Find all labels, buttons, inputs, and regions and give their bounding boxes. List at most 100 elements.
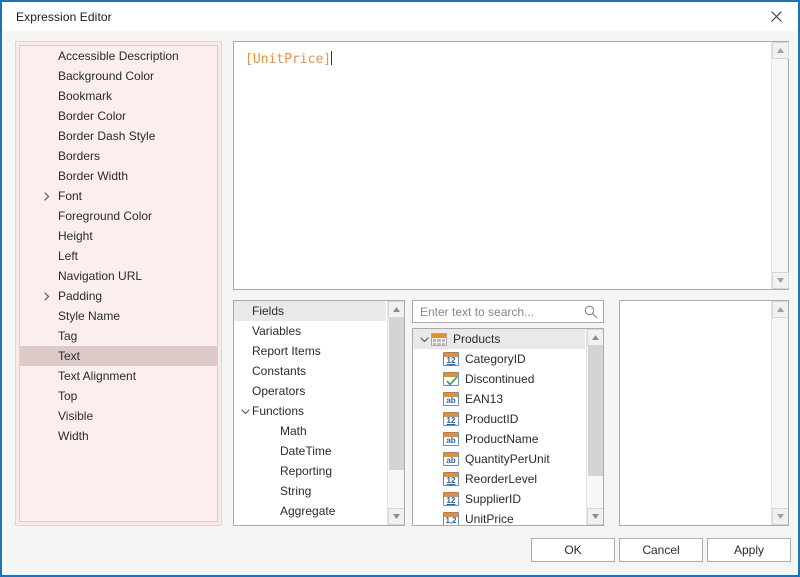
expression-text: [UnitPrice] bbox=[245, 51, 333, 67]
category-item[interactable]: Aggregate bbox=[234, 501, 386, 521]
search-placeholder: Enter text to search... bbox=[420, 305, 535, 319]
property-item[interactable]: Border Dash Style bbox=[20, 126, 217, 146]
property-item[interactable]: Tag bbox=[20, 326, 217, 346]
property-item-label: Foreground Color bbox=[58, 209, 153, 223]
category-item[interactable]: Reporting bbox=[234, 461, 386, 481]
chevron-down-icon[interactable] bbox=[417, 329, 431, 349]
field-item-label: CategoryID bbox=[465, 352, 526, 366]
property-item-label: Height bbox=[58, 229, 93, 243]
field-item[interactable]: ab QuantityPerUnit bbox=[413, 449, 585, 469]
category-item[interactable]: Functions bbox=[234, 401, 386, 421]
field-item[interactable]: ab EAN13 bbox=[413, 389, 585, 409]
decimal-icon: 1,2 bbox=[443, 512, 459, 525]
category-scrollbar[interactable] bbox=[387, 301, 404, 525]
chevron-right-icon[interactable] bbox=[40, 186, 52, 206]
property-item[interactable]: Navigation URL bbox=[20, 266, 217, 286]
close-glyph bbox=[770, 11, 782, 22]
category-item[interactable]: Math bbox=[234, 421, 386, 441]
property-item[interactable]: Accessible Description bbox=[20, 46, 217, 66]
field-item[interactable]: 1,2 UnitPrice bbox=[413, 509, 585, 525]
cancel-button[interactable]: Cancel bbox=[619, 538, 703, 562]
field-item-label: Discontinued bbox=[465, 372, 535, 386]
category-item-label: String bbox=[280, 484, 312, 498]
scroll-thumb[interactable] bbox=[588, 346, 603, 476]
fields-tree-root[interactable]: Products bbox=[413, 329, 585, 349]
expression-input[interactable]: [UnitPrice] bbox=[233, 41, 789, 290]
search-input[interactable]: Enter text to search... bbox=[412, 300, 604, 323]
field-icon-glyph: 12 bbox=[446, 356, 456, 365]
search-icon[interactable] bbox=[584, 305, 598, 319]
scroll-up-icon[interactable] bbox=[388, 301, 404, 318]
property-item[interactable]: Visible bbox=[20, 406, 217, 426]
property-item[interactable]: Border Color bbox=[20, 106, 217, 126]
property-item[interactable]: Bookmark bbox=[20, 86, 217, 106]
field-item-label: UnitPrice bbox=[465, 512, 514, 525]
field-icon-glyph: ab bbox=[446, 456, 456, 465]
description-panel bbox=[619, 300, 789, 526]
field-item[interactable]: ab ProductName bbox=[413, 429, 585, 449]
property-item[interactable]: Font bbox=[20, 186, 217, 206]
category-item[interactable]: Variables bbox=[234, 321, 386, 341]
property-item[interactable]: Padding bbox=[20, 286, 217, 306]
scroll-up-icon[interactable] bbox=[772, 301, 788, 318]
category-item-label: Aggregate bbox=[280, 504, 336, 518]
ok-button[interactable]: OK bbox=[531, 538, 615, 562]
window-title: Expression Editor bbox=[16, 10, 112, 24]
field-icon-glyph: ab bbox=[446, 396, 456, 405]
category-item[interactable]: DateTime bbox=[234, 441, 386, 461]
scroll-down-icon[interactable] bbox=[772, 508, 788, 525]
field-icon-glyph: 12 bbox=[446, 496, 456, 505]
property-item[interactable]: Width bbox=[20, 426, 217, 446]
property-item-label: Tag bbox=[58, 329, 78, 343]
property-item[interactable]: Top bbox=[20, 386, 217, 406]
description-scrollbar[interactable] bbox=[771, 301, 788, 525]
scroll-down-icon[interactable] bbox=[772, 272, 789, 289]
field-item[interactable]: Discontinued bbox=[413, 369, 585, 389]
category-item[interactable]: Fields bbox=[234, 301, 386, 321]
table-icon bbox=[431, 332, 447, 346]
category-item-label: Reporting bbox=[280, 464, 333, 478]
field-item[interactable]: 12 ReorderLevel bbox=[413, 469, 585, 489]
fields-tree-list[interactable]: Products 12 CategoryID Discontinued ab EAN13 1… bbox=[413, 329, 585, 525]
category-item[interactable]: Operators bbox=[234, 381, 386, 401]
property-item[interactable]: Border Width bbox=[20, 166, 217, 186]
scroll-down-icon[interactable] bbox=[587, 508, 603, 525]
expression-editor-window: Expression Editor Accessible Description… bbox=[0, 0, 800, 577]
property-item[interactable]: Style Name bbox=[20, 306, 217, 326]
expression-scrollbar[interactable] bbox=[771, 42, 789, 289]
category-item[interactable]: String bbox=[234, 481, 386, 501]
fields-tree: Products 12 CategoryID Discontinued ab EAN13 1… bbox=[412, 328, 604, 526]
property-item-label: Navigation URL bbox=[58, 269, 143, 283]
integer-icon: 12 bbox=[443, 412, 459, 426]
field-item-label: QuantityPerUnit bbox=[465, 452, 550, 466]
field-item[interactable]: 12 CategoryID bbox=[413, 349, 585, 369]
field-item-label: SupplierID bbox=[465, 492, 522, 506]
property-item[interactable]: Height bbox=[20, 226, 217, 246]
chevron-right-icon[interactable] bbox=[40, 286, 52, 306]
property-item[interactable]: Left bbox=[20, 246, 217, 266]
field-item[interactable]: 12 SupplierID bbox=[413, 489, 585, 509]
scroll-up-icon[interactable] bbox=[587, 329, 603, 346]
category-list[interactable]: Fields Variables Report Items Constants Oper… bbox=[234, 301, 386, 525]
property-item-label: Border Dash Style bbox=[58, 129, 156, 143]
scroll-down-icon[interactable] bbox=[388, 508, 404, 525]
scroll-thumb[interactable] bbox=[389, 318, 404, 470]
field-item[interactable]: 12 ProductID bbox=[413, 409, 585, 429]
category-item-label: Report Items bbox=[252, 344, 321, 358]
category-item[interactable]: Report Items bbox=[234, 341, 386, 361]
category-item-label: Operators bbox=[252, 384, 306, 398]
properties-list[interactable]: Accessible Description Background Color Bo… bbox=[19, 45, 218, 522]
scroll-up-icon[interactable] bbox=[772, 42, 789, 59]
category-item[interactable]: Constants bbox=[234, 361, 386, 381]
property-item[interactable]: Text bbox=[20, 346, 217, 366]
chevron-down-icon[interactable] bbox=[238, 401, 252, 421]
apply-button[interactable]: Apply bbox=[707, 538, 791, 562]
close-icon[interactable] bbox=[754, 2, 798, 31]
category-item-label: Functions bbox=[252, 404, 305, 418]
boolean-icon bbox=[443, 372, 459, 386]
property-item[interactable]: Background Color bbox=[20, 66, 217, 86]
property-item[interactable]: Borders bbox=[20, 146, 217, 166]
property-item[interactable]: Text Alignment bbox=[20, 366, 217, 386]
fields-scrollbar[interactable] bbox=[586, 329, 603, 525]
property-item[interactable]: Foreground Color bbox=[20, 206, 217, 226]
